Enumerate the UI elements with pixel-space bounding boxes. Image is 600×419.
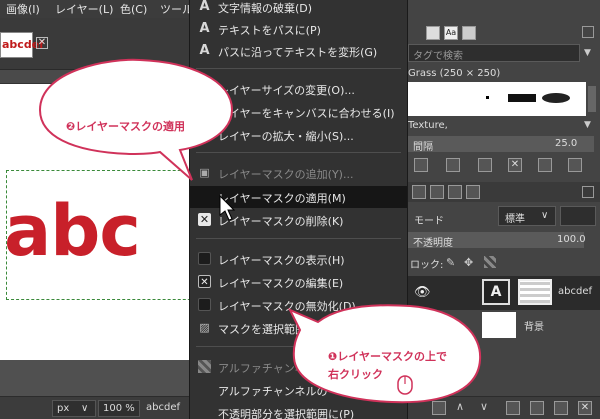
callout-overlay [38, 58, 482, 404]
mouse-pointer-icon [219, 194, 236, 221]
callout-top-text: ❷レイヤーマスクの適用 [66, 120, 185, 133]
callout-bottom-line2: 右クリック [328, 368, 383, 381]
callout-bottom-line1: ❶レイヤーマスクの上で [328, 350, 447, 363]
